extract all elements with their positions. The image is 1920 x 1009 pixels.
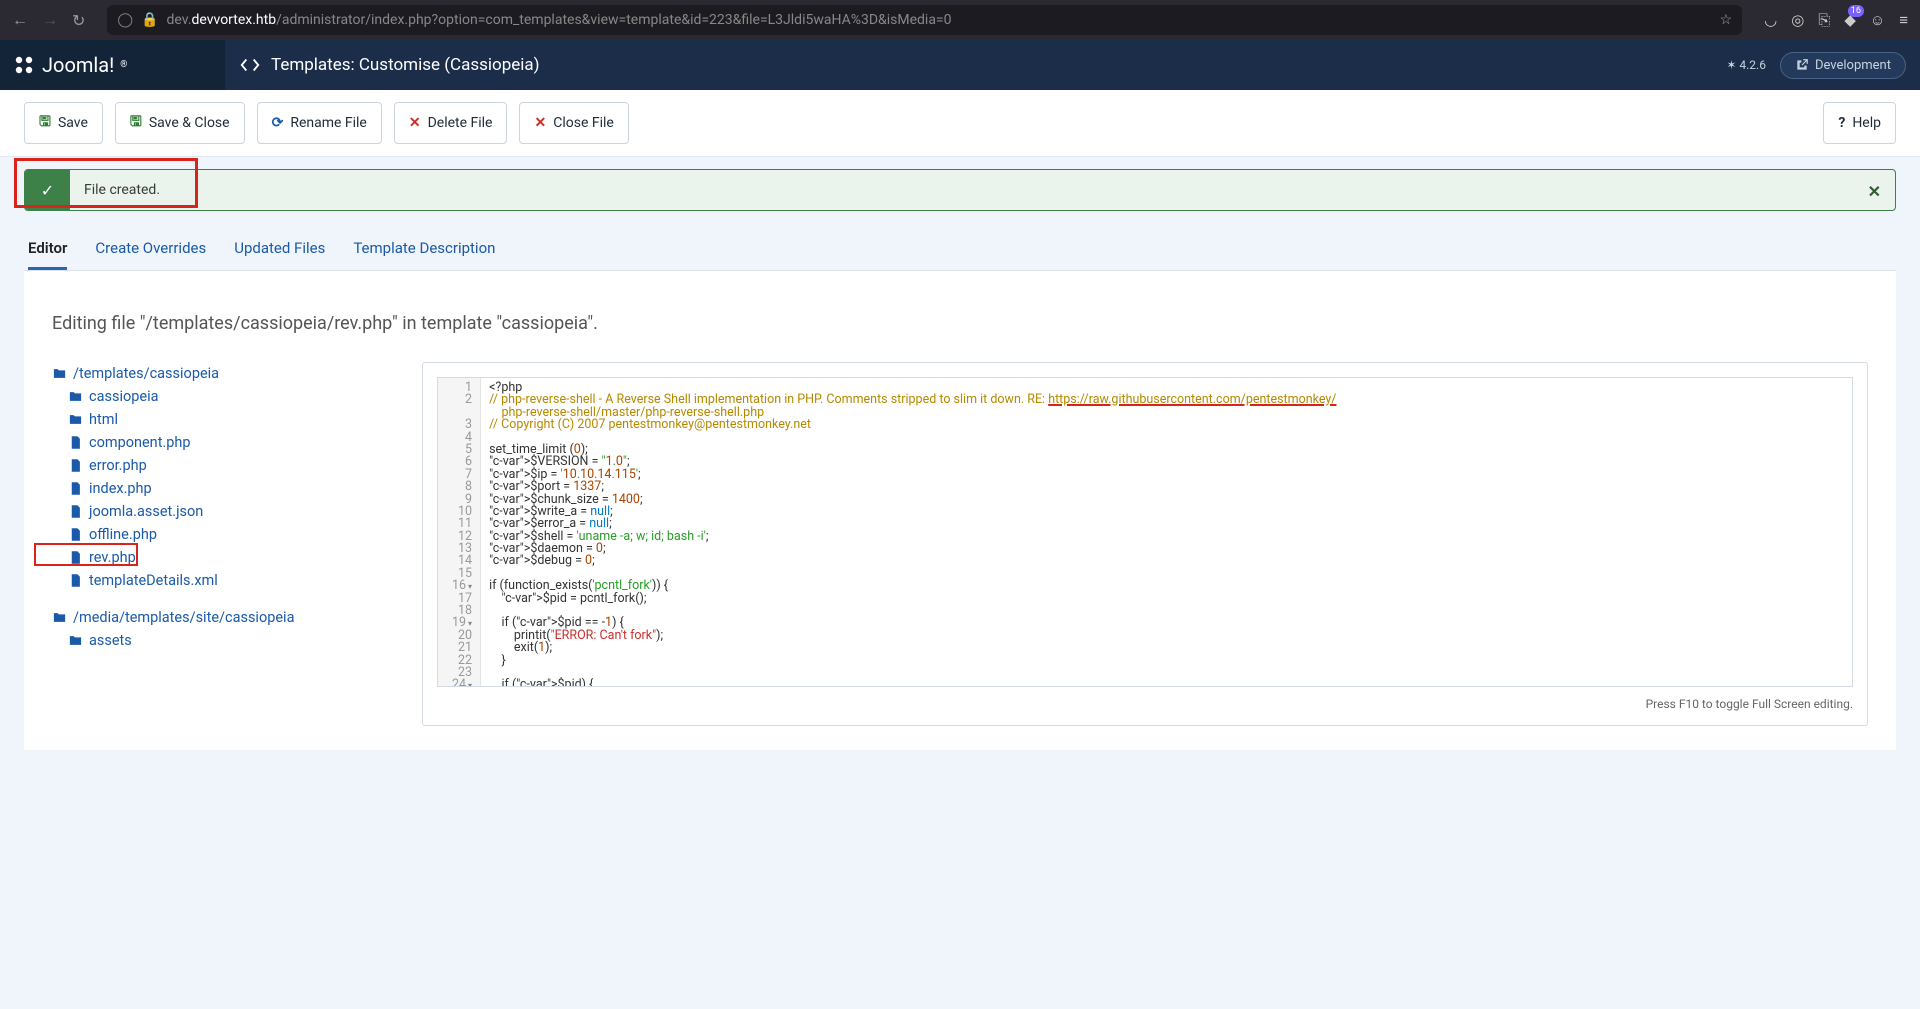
tab-description[interactable]: Template Description bbox=[353, 229, 495, 270]
tree-file-rev[interactable]: rev.php bbox=[52, 546, 382, 569]
back-button[interactable]: ← bbox=[12, 10, 28, 30]
refresh-icon: ⟳ bbox=[272, 115, 284, 131]
file-tree: /templates/cassiopeia cassiopeia html co… bbox=[52, 362, 382, 726]
joomla-logo[interactable]: Joomla!® bbox=[0, 40, 225, 90]
pocket-icon[interactable]: ◡ bbox=[1764, 11, 1777, 29]
success-alert: ✓ File created. ✕ bbox=[24, 169, 1896, 211]
save-icon: 🖫 bbox=[130, 111, 142, 135]
joomla-icon bbox=[12, 53, 36, 77]
extensions-icon[interactable]: ⎘ bbox=[1818, 11, 1830, 29]
tab-overrides[interactable]: Create Overrides bbox=[95, 229, 206, 270]
editor-hint: Press F10 to toggle Full Screen editing. bbox=[437, 697, 1853, 711]
external-icon bbox=[1795, 58, 1809, 72]
joomla-header: Joomla!® Templates: Customise (Cassiopei… bbox=[0, 40, 1920, 90]
editing-path: Editing file "/templates/cassiopeia/rev.… bbox=[52, 313, 1868, 334]
tree-folder[interactable]: assets bbox=[52, 629, 382, 652]
tree-file[interactable]: index.php bbox=[52, 477, 382, 500]
reload-button[interactable]: ↻ bbox=[72, 11, 85, 30]
file-icon bbox=[68, 504, 83, 519]
profile-icon[interactable]: ☺ bbox=[1870, 11, 1885, 29]
version-badge: ✶ 4.2.6 bbox=[1726, 58, 1766, 72]
code-editor[interactable]: 123456789101112131415161718192021222324 … bbox=[437, 377, 1853, 687]
tree-folder[interactable]: cassiopeia bbox=[52, 385, 382, 408]
chrome-right: ◡ ◎ ⎘ ◆ ☺ ≡ bbox=[1764, 11, 1908, 29]
folder-icon bbox=[52, 610, 67, 625]
title-text: Templates: Customise (Cassiopeia) bbox=[271, 55, 540, 75]
close-file-button[interactable]: ✕Close File bbox=[519, 102, 628, 144]
tree-file[interactable]: component.php bbox=[52, 431, 382, 454]
file-icon bbox=[68, 573, 83, 588]
menu-icon[interactable]: ≡ bbox=[1899, 11, 1908, 29]
alert-message: File created. bbox=[70, 170, 1895, 210]
tree-file[interactable]: offline.php bbox=[52, 523, 382, 546]
save-button[interactable]: 🖫Save bbox=[24, 102, 103, 144]
url-bar[interactable]: ◯ 🔒 dev.devvortex.htb/administrator/inde… bbox=[107, 5, 1742, 35]
line-gutter: 123456789101112131415161718192021222324 bbox=[438, 378, 481, 686]
alert-close-button[interactable]: ✕ bbox=[1868, 182, 1881, 201]
file-icon bbox=[68, 527, 83, 542]
tree-file[interactable]: joomla.asset.json bbox=[52, 500, 382, 523]
header-right: ✶ 4.2.6 Development bbox=[1726, 52, 1920, 79]
code-lines[interactable]: <?php// php-reverse-shell - A Reverse Sh… bbox=[481, 378, 1344, 686]
url-text: dev.devvortex.htb/administrator/index.ph… bbox=[167, 12, 1712, 28]
tree-root[interactable]: /templates/cassiopeia bbox=[52, 362, 382, 385]
code-editor-wrap: 123456789101112131415161718192021222324 … bbox=[422, 362, 1868, 726]
x-icon: ✕ bbox=[409, 115, 421, 131]
bookmark-icon[interactable]: ☆ bbox=[1720, 12, 1733, 28]
content-area: ✓ File created. ✕ Editor Create Override… bbox=[0, 157, 1920, 780]
account-icon[interactable]: ◎ bbox=[1791, 11, 1804, 29]
page-title: Templates: Customise (Cassiopeia) bbox=[225, 54, 540, 76]
question-icon: ? bbox=[1838, 115, 1845, 131]
code-icon bbox=[239, 54, 261, 76]
folder-icon bbox=[68, 633, 83, 648]
rename-button[interactable]: ⟳Rename File bbox=[257, 102, 382, 144]
folder-icon bbox=[68, 389, 83, 404]
folder-icon bbox=[52, 366, 67, 381]
tab-editor[interactable]: Editor bbox=[28, 229, 67, 270]
tree-file[interactable]: templateDetails.xml bbox=[52, 569, 382, 592]
editor-panel: Editing file "/templates/cassiopeia/rev.… bbox=[24, 271, 1896, 750]
shield-icon: ◯ bbox=[117, 12, 133, 28]
save-icon: 🖫 bbox=[39, 111, 51, 135]
file-icon bbox=[68, 458, 83, 473]
tree-folder[interactable]: html bbox=[52, 408, 382, 431]
tab-updated[interactable]: Updated Files bbox=[234, 229, 325, 270]
file-icon bbox=[68, 435, 83, 450]
brand-text: Joomla! bbox=[42, 53, 114, 77]
tree-root[interactable]: /media/templates/site/cassiopeia bbox=[52, 606, 382, 629]
check-icon: ✓ bbox=[25, 170, 70, 210]
file-icon bbox=[68, 481, 83, 496]
delete-button[interactable]: ✕Delete File bbox=[394, 102, 508, 144]
lock-icon: 🔒 bbox=[141, 12, 158, 28]
help-button[interactable]: ?Help bbox=[1823, 102, 1896, 144]
addon-icon[interactable]: ◆ bbox=[1844, 11, 1856, 29]
file-icon bbox=[68, 550, 83, 565]
nav-buttons: ← → ↻ bbox=[12, 10, 85, 30]
development-badge[interactable]: Development bbox=[1780, 52, 1906, 79]
save-close-button[interactable]: 🖫Save & Close bbox=[115, 102, 245, 144]
x-icon: ✕ bbox=[534, 115, 546, 131]
forward-button[interactable]: → bbox=[42, 10, 58, 30]
tree-file[interactable]: error.php bbox=[52, 454, 382, 477]
tabs: Editor Create Overrides Updated Files Te… bbox=[24, 229, 1896, 271]
folder-icon bbox=[68, 412, 83, 427]
browser-chrome: ← → ↻ ◯ 🔒 dev.devvortex.htb/administrato… bbox=[0, 0, 1920, 40]
toolbar: 🖫Save 🖫Save & Close ⟳Rename File ✕Delete… bbox=[0, 90, 1920, 157]
